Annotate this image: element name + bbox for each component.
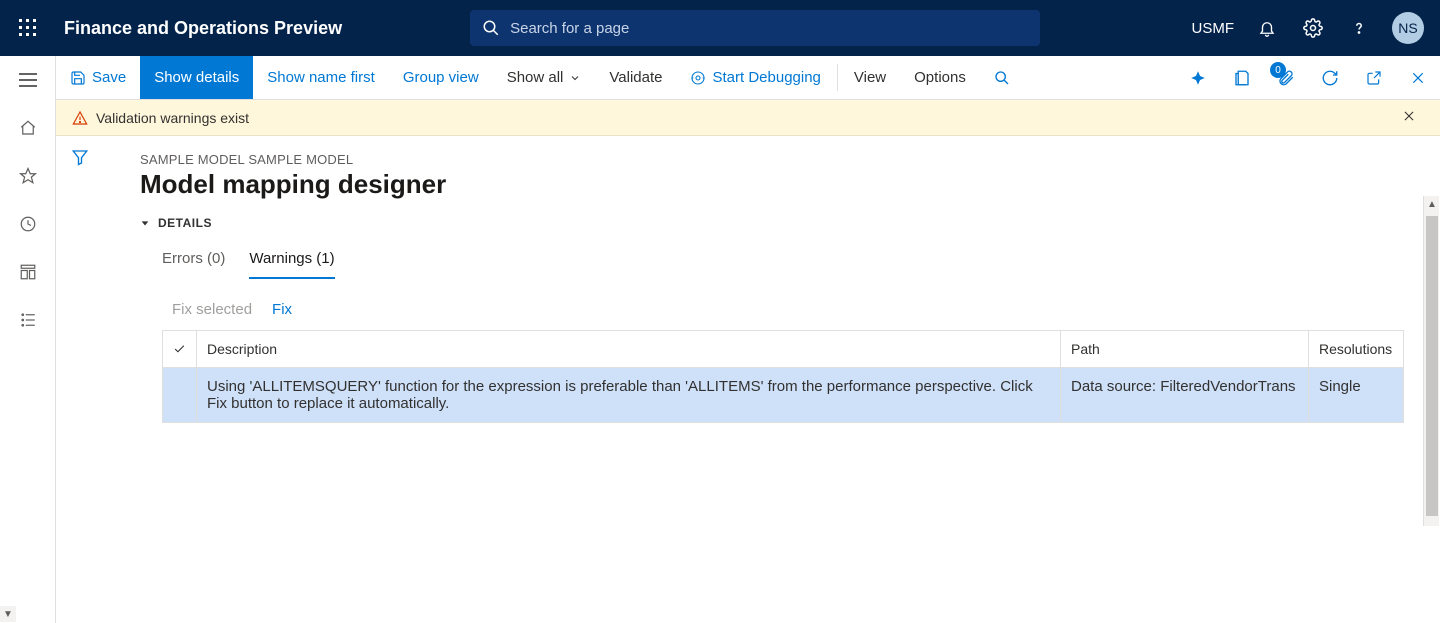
select-all-checkbox[interactable] (163, 331, 197, 367)
save-button[interactable]: Save (56, 56, 140, 99)
page-title: Model mapping designer (140, 169, 1404, 200)
tab-errors[interactable]: Errors (0) (162, 244, 225, 279)
content-area: SAMPLE MODEL SAMPLE MODEL Model mapping … (56, 136, 1440, 623)
show-details-button[interactable]: Show details (140, 56, 253, 99)
show-details-label: Show details (154, 69, 239, 86)
app-launcher-icon[interactable] (0, 0, 56, 56)
search-icon (482, 19, 500, 37)
top-right-tools: USMF NS (1184, 0, 1433, 56)
hamburger-icon[interactable] (0, 56, 56, 104)
recent-icon[interactable] (0, 200, 56, 248)
col-header-description[interactable]: Description (197, 331, 1061, 367)
row-checkbox[interactable] (163, 368, 197, 422)
workspaces-icon[interactable] (0, 248, 56, 296)
fixbar: Fix selected Fix (140, 301, 1404, 318)
popout-icon[interactable] (1352, 56, 1396, 99)
col-header-path[interactable]: Path (1061, 331, 1309, 367)
left-nav (0, 56, 56, 623)
open-in-office-icon[interactable] (1220, 56, 1264, 99)
separator (837, 64, 838, 91)
start-debugging-button[interactable]: Start Debugging (676, 56, 834, 99)
collapse-icon (140, 218, 150, 228)
group-view-button[interactable]: Group view (389, 56, 493, 99)
save-label: Save (92, 69, 126, 86)
cell-resolutions: Single (1309, 368, 1403, 422)
col-header-resolutions[interactable]: Resolutions (1309, 331, 1403, 367)
close-warning-icon[interactable] (1402, 109, 1424, 126)
modules-icon[interactable] (0, 296, 56, 344)
find-icon[interactable] (980, 56, 1024, 99)
scroll-down-icon[interactable]: ▼ (0, 606, 16, 622)
scroll-up-icon[interactable]: ▲ (1424, 196, 1440, 212)
view-menu[interactable]: View (840, 56, 900, 99)
warning-text: Validation warnings exist (96, 110, 249, 126)
close-icon[interactable] (1396, 56, 1440, 99)
company-label[interactable]: USMF (1184, 20, 1243, 37)
settings-icon[interactable] (1292, 0, 1334, 56)
debug-icon (690, 70, 706, 86)
scrollbar-thumb[interactable] (1426, 216, 1438, 516)
details-section-header[interactable]: DETAILS (140, 216, 1404, 230)
search-input[interactable] (510, 20, 1028, 37)
warning-icon (72, 110, 88, 126)
warnings-grid: Description Path Resolutions Using 'ALLI… (162, 330, 1404, 423)
fix-selected-button: Fix selected (172, 301, 252, 318)
notifications-icon[interactable] (1246, 0, 1288, 56)
grid-row[interactable]: Using 'ALLITEMSQUERY' function for the e… (163, 368, 1403, 422)
personalize-icon[interactable] (1176, 56, 1220, 99)
action-bar: Save Show details Show name first Group … (56, 56, 1440, 100)
filter-icon[interactable] (71, 148, 89, 623)
action-bar-right: 0 (1176, 56, 1440, 99)
chevron-down-icon (569, 72, 581, 84)
tab-warnings[interactable]: Warnings (1) (249, 244, 334, 279)
breadcrumb: SAMPLE MODEL SAMPLE MODEL (140, 152, 1404, 167)
details-label: DETAILS (158, 216, 212, 230)
refresh-icon[interactable] (1308, 56, 1352, 99)
search-box[interactable] (470, 10, 1040, 46)
attachments-icon[interactable]: 0 (1264, 56, 1308, 99)
grid-header: Description Path Resolutions (163, 331, 1403, 368)
help-icon[interactable] (1338, 0, 1380, 56)
cell-description: Using 'ALLITEMSQUERY' function for the e… (197, 368, 1061, 422)
tabs: Errors (0) Warnings (1) (140, 244, 1404, 279)
attachments-badge: 0 (1270, 62, 1286, 78)
validate-button[interactable]: Validate (595, 56, 676, 99)
favorites-icon[interactable] (0, 152, 56, 200)
home-icon[interactable] (0, 104, 56, 152)
top-header: Finance and Operations Preview USMF NS (0, 0, 1440, 56)
user-avatar[interactable]: NS (1392, 12, 1424, 44)
app-title: Finance and Operations Preview (64, 18, 342, 39)
cell-path: Data source: FilteredVendorTrans (1061, 368, 1309, 422)
filter-rail (56, 136, 104, 623)
show-name-first-button[interactable]: Show name first (253, 56, 389, 99)
vertical-scrollbar[interactable]: ▲ (1423, 196, 1439, 526)
validation-warning-banner: Validation warnings exist (56, 100, 1440, 136)
options-menu[interactable]: Options (900, 56, 980, 99)
main-panel: SAMPLE MODEL SAMPLE MODEL Model mapping … (104, 136, 1440, 623)
show-all-dropdown[interactable]: Show all (493, 56, 596, 99)
fix-button[interactable]: Fix (272, 301, 292, 318)
